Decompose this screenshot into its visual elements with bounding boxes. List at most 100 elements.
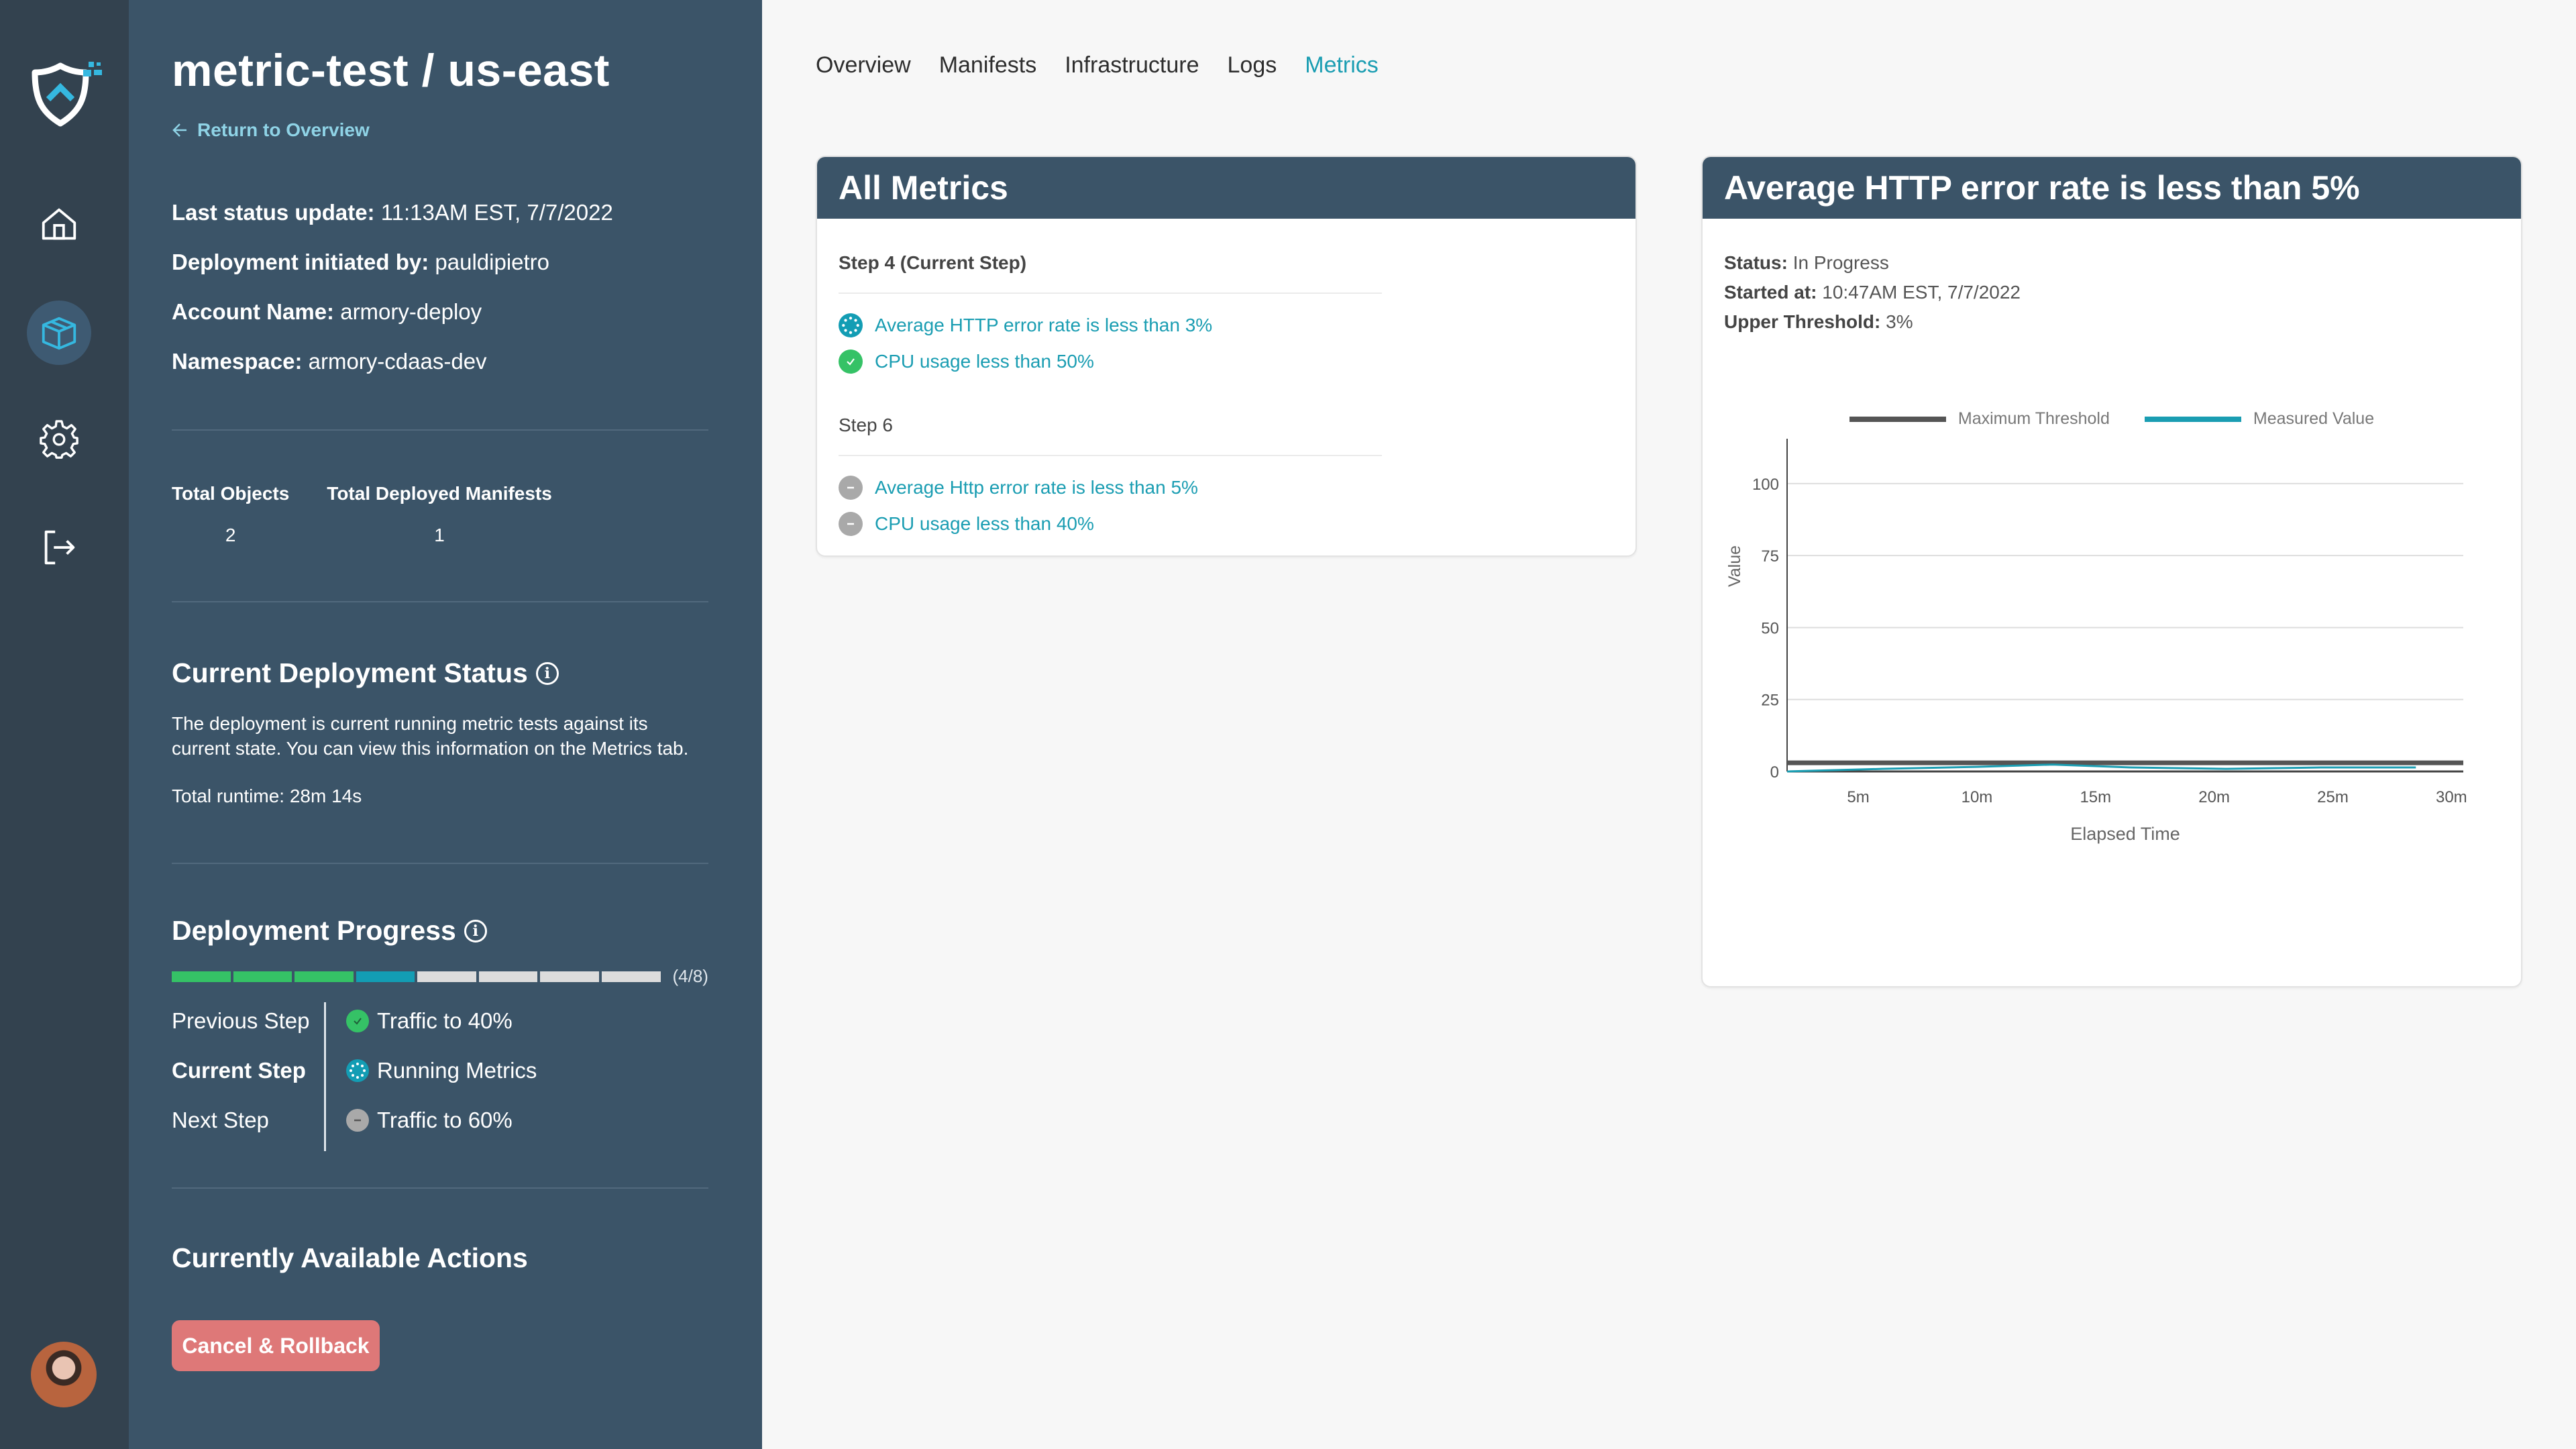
info-namespace: Namespace: armory-cdaas-dev [172,349,487,374]
divider [172,863,708,864]
divider [839,455,1382,456]
progress-segment [478,971,538,982]
progress-segment [294,971,354,982]
x-tick-label: 15m [2080,788,2111,806]
check-circle-icon [346,1010,369,1032]
pending-minus-icon [839,476,863,500]
x-tick-label: 30m [2436,788,2467,806]
progress-segment [601,971,661,982]
deployment-progress-bar: (4/8) [172,966,708,987]
step-labels: Previous Step Current Step Next Step [172,1002,326,1151]
legend-swatch [1849,416,1946,422]
stat-total-deployed-manifests: Total Deployed Manifests 1 [327,483,552,545]
metrics-list: Step 4 (Current Step) Average HTTP error… [817,252,1635,542]
y-tick-label: 0 [1770,763,1779,782]
icon-rail [0,0,129,1449]
info-last-status: Last status update: 11:13AM EST, 7/7/202… [172,200,613,225]
current-step-value: Running Metrics [346,1052,537,1089]
y-axis-title: Value [1725,545,1744,587]
tab-bar: Overview Manifests Infrastructure Logs M… [816,52,1379,78]
stats-row: Total Objects 2 Total Deployed Manifests… [172,483,708,546]
progress-segment [233,971,292,982]
box-icon [42,317,76,350]
y-tick-label: 100 [1752,476,1779,494]
page-title: metric-test / us-east [172,45,610,96]
previous-step-value: Traffic to 40% [346,1002,513,1040]
progress-count: (4/8) [672,966,708,986]
status-description: The deployment is current running metric… [172,713,689,759]
total-runtime: Total runtime: 28m 14s [172,786,362,806]
user-avatar[interactable] [31,1342,97,1407]
y-tick-label: 50 [1761,619,1779,637]
armory-logo-icon[interactable] [31,60,105,127]
progress-segment [417,971,476,982]
current-step-label: Current Step [172,1058,306,1083]
all-metrics-title: All Metrics [817,157,1635,219]
x-tick-label: 5m [1847,788,1869,806]
all-metrics-card: All Metrics Step 4 (Current Step) Averag… [816,156,1637,557]
nav-settings[interactable] [27,408,91,472]
info-initiated-by: Deployment initiated by: pauldipietro [172,250,550,274]
legend-swatch [2144,416,2241,422]
available-actions-heading: Currently Available Actions [172,1242,528,1273]
running-spinner-icon [839,313,863,337]
step-values: Traffic to 40% Running Metrics Traffic t… [326,1002,537,1151]
return-to-overview-link[interactable]: Return to Overview [172,119,708,141]
metric-detail-title: Average HTTP error rate is less than 5% [1703,157,2521,219]
x-tick-label: 10m [1962,788,1993,806]
metric-upper-threshold: Upper Threshold: 3% [1724,311,1913,332]
metric-item[interactable]: Average HTTP error rate is less than 3% [839,307,1614,343]
measured-value-line [1786,763,2416,773]
pending-minus-icon [346,1109,369,1132]
pending-minus-icon [839,512,863,536]
home-icon [42,208,76,240]
metric-line-chart: 0 25 50 75 100 5m 10m 15m 20m 25m 30m Elapsed Time V… [1725,439,2467,844]
nav-logout[interactable] [27,515,91,580]
metric-detail-card: Average HTTP error rate is less than 5% … [1701,156,2522,987]
divider [172,1187,708,1189]
current-deployment-status-heading: Current Deployment Status i [172,657,708,689]
divider [172,601,708,602]
info-account-name: Account Name: armory-deploy [172,299,482,324]
x-axis-title: Elapsed Time [2070,824,2180,844]
running-spinner-icon [346,1059,369,1082]
previous-step-label: Previous Step [172,1008,310,1033]
y-tick-label: 25 [1761,692,1779,710]
progress-segment [356,971,415,982]
legend-item-measured[interactable]: Measured Value [2144,409,2374,429]
metric-item[interactable]: CPU usage less than 40% [839,506,1614,542]
nav-home[interactable] [27,192,91,256]
metric-item[interactable]: CPU usage less than 50% [839,343,1614,380]
y-tick-label: 75 [1761,547,1779,566]
x-tick-label: 20m [2198,788,2230,806]
metric-item[interactable]: Average Http error rate is less than 5% [839,470,1614,506]
deployment-details-panel: metric-test / us-east Return to Overview… [129,0,762,1449]
divider [839,292,1382,294]
return-to-overview-label: Return to Overview [197,119,370,140]
info-icon[interactable]: i [535,661,559,685]
tab-metrics[interactable]: Metrics [1305,52,1379,78]
progress-segment [172,971,231,982]
legend-item-threshold[interactable]: Maximum Threshold [1849,409,2110,429]
cancel-rollback-button[interactable]: Cancel & Rollback [172,1320,380,1371]
info-icon[interactable]: i [464,919,487,943]
progress-segment [540,971,599,982]
stat-total-objects: Total Objects 2 [172,483,290,545]
next-step-label: Next Step [172,1108,269,1132]
arrow-left-icon [172,123,186,137]
step-group-heading: Step 4 (Current Step) [839,252,1027,273]
gear-icon [40,420,78,459]
deployment-progress-heading: Deployment Progress i [172,915,708,947]
tab-infrastructure[interactable]: Infrastructure [1065,52,1199,78]
logout-icon [44,530,75,565]
tab-overview[interactable]: Overview [816,52,911,78]
metric-started-at: Started at: 10:47AM EST, 7/7/2022 [1724,282,2021,303]
nav-deployments[interactable] [27,301,91,365]
step-summary: Previous Step Current Step Next Step Tra… [172,1002,708,1151]
divider [172,429,708,431]
metric-status: Status: In Progress [1724,252,1889,273]
check-circle-icon [839,350,863,374]
tab-manifests[interactable]: Manifests [939,52,1037,78]
chart-legend: Maximum Threshold Measured Value [1703,409,2521,429]
tab-logs[interactable]: Logs [1228,52,1277,78]
